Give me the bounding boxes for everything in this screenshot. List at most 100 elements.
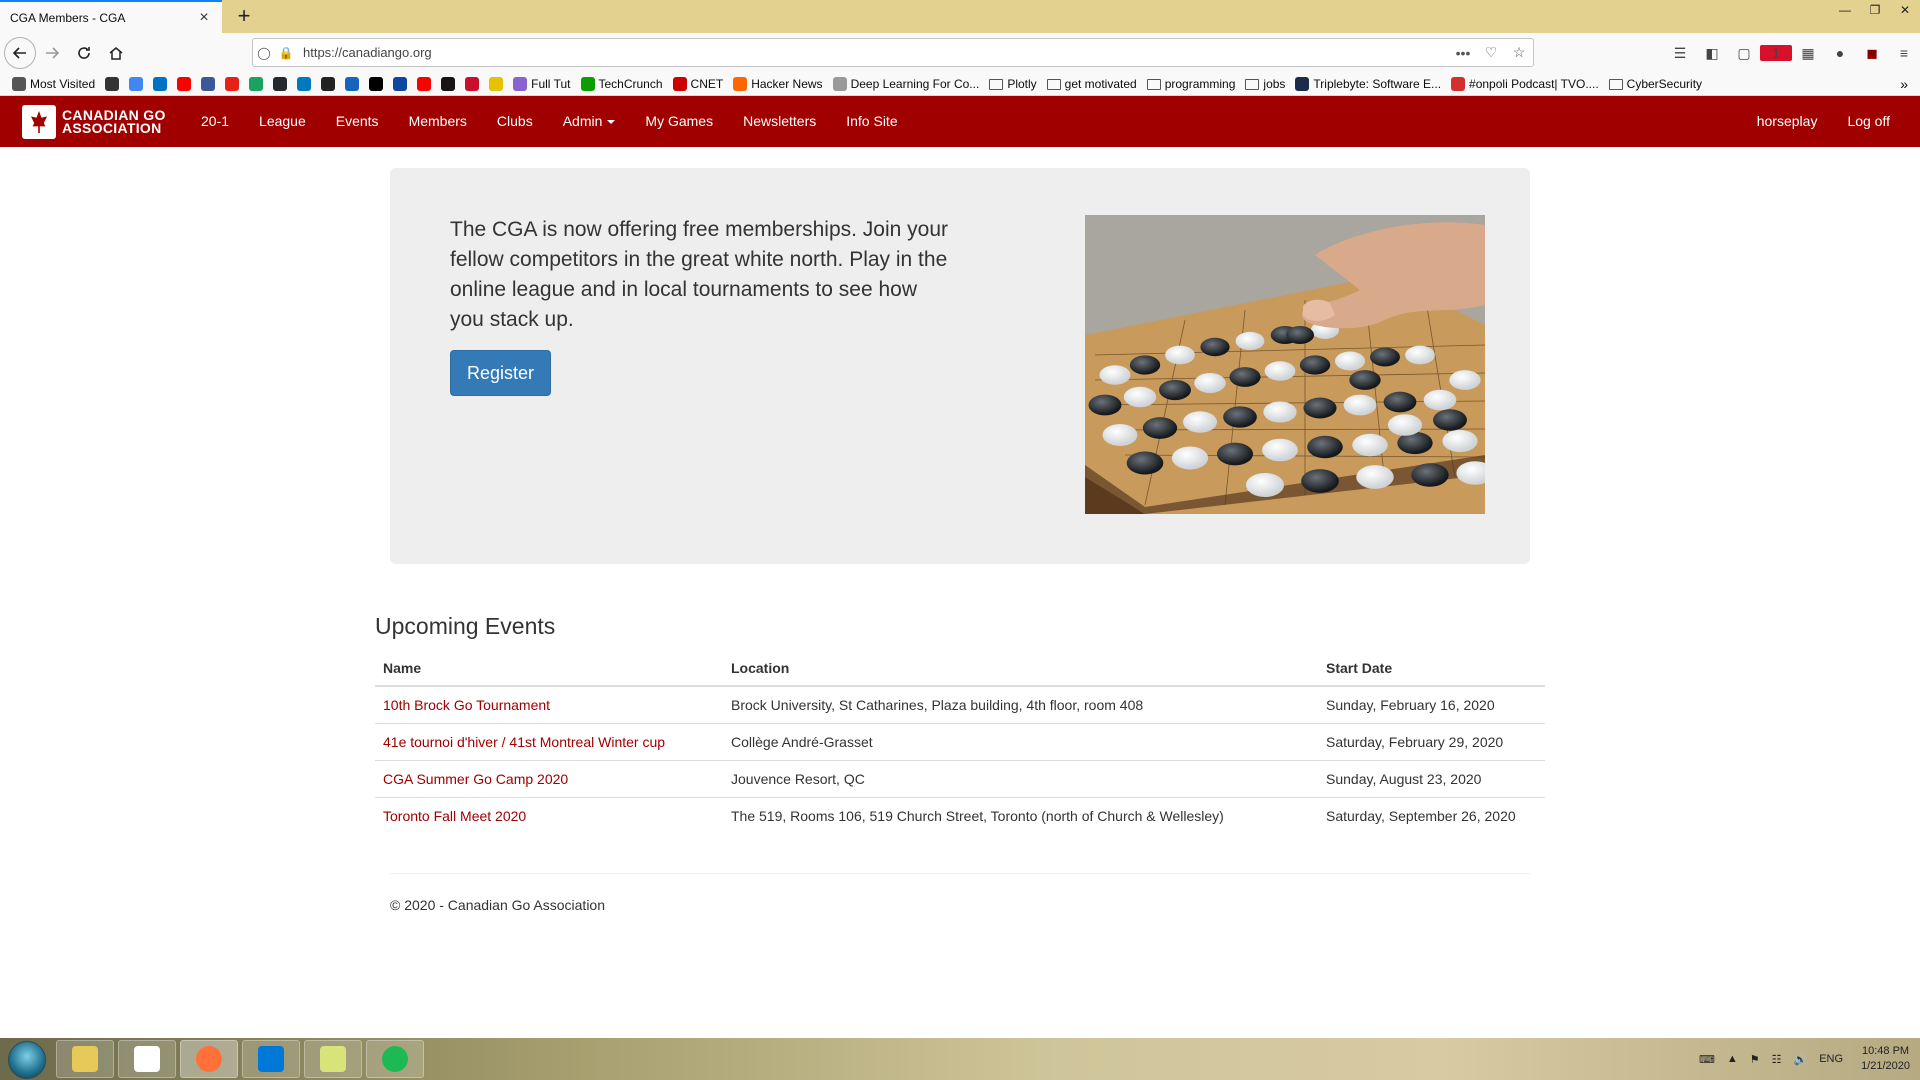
tab-close-icon[interactable]: ×: [196, 9, 212, 27]
bookmark-item[interactable]: Triplebyte: Software E...: [1295, 77, 1441, 91]
tray-expand-icon[interactable]: ▲: [1727, 1053, 1738, 1065]
bookmark-item[interactable]: Full Tut: [513, 77, 571, 91]
bookmark-item[interactable]: [369, 77, 387, 91]
bookmark-item[interactable]: [465, 77, 483, 91]
volume-icon[interactable]: 🔊: [1794, 1053, 1808, 1066]
lock-icon[interactable]: 🔒: [275, 46, 297, 60]
bookmark-item[interactable]: Most Visited: [12, 77, 95, 91]
bookmark-item[interactable]: CyberSecurity: [1608, 77, 1702, 91]
bookmark-item[interactable]: [321, 77, 339, 91]
bookmark-item[interactable]: [201, 77, 219, 91]
bookmark-item[interactable]: [441, 77, 459, 91]
url-bar[interactable]: ◯ 🔒 https://canadiango.org ••• ♡ ☆: [252, 38, 1534, 67]
bookmark-item[interactable]: Hacker News: [733, 77, 823, 91]
firefox-icon: [196, 1046, 222, 1072]
site-navbar: CANADIAN GO ASSOCIATION 20-1 League Even…: [0, 96, 1920, 147]
nav-my-games[interactable]: My Games: [630, 96, 728, 147]
language-indicator[interactable]: ENG: [1819, 1053, 1843, 1065]
taskbar-app-button[interactable]: [242, 1040, 300, 1078]
bookmark-item[interactable]: [297, 77, 315, 91]
nav-league[interactable]: League: [244, 96, 321, 147]
app-icon: [321, 77, 336, 91]
pocket-icon[interactable]: ♡: [1477, 44, 1505, 61]
ublock-icon[interactable]: ◼: [1856, 45, 1888, 62]
extension-icon[interactable]: ▢: [1728, 45, 1760, 62]
event-link[interactable]: Toronto Fall Meet 2020: [383, 808, 526, 824]
account-icon[interactable]: ●: [1824, 45, 1856, 61]
page-actions-icon[interactable]: •••: [1449, 45, 1477, 61]
register-button[interactable]: Register: [450, 350, 551, 396]
app-icon: [733, 77, 748, 91]
bookmark-item[interactable]: [489, 77, 507, 91]
event-link[interactable]: CGA Summer Go Camp 2020: [383, 771, 568, 787]
upcoming-events-heading: Upcoming Events: [375, 613, 556, 639]
cga-logo[interactable]: CANADIAN GO ASSOCIATION: [22, 105, 166, 139]
taskbar-app-button[interactable]: [180, 1040, 238, 1078]
bookmark-item[interactable]: CNET: [672, 77, 723, 91]
url-text[interactable]: https://canadiango.org: [303, 45, 1449, 60]
reload-icon: [78, 47, 90, 59]
forward-arrow-icon: [46, 47, 60, 59]
bookmark-item[interactable]: [177, 77, 195, 91]
forward-button[interactable]: [36, 37, 68, 69]
bookmark-item[interactable]: [225, 77, 243, 91]
clock[interactable]: 10:48 PM 1/21/2020: [1861, 1044, 1910, 1074]
bookmark-item[interactable]: programming: [1146, 77, 1235, 91]
event-link[interactable]: 41e tournoi d'hiver / 41st Montreal Wint…: [383, 734, 665, 750]
nav-logoff[interactable]: Log off: [1832, 96, 1905, 147]
bookmark-item[interactable]: #onpoli Podcast| TVO....: [1451, 77, 1599, 91]
extension-bars-icon[interactable]: ▦: [1792, 45, 1824, 62]
bookmark-item[interactable]: [153, 77, 171, 91]
action-center-flag-icon[interactable]: ⚑: [1750, 1053, 1760, 1066]
bookmark-item[interactable]: [393, 77, 411, 91]
bookmark-item[interactable]: [105, 77, 123, 91]
nav-events[interactable]: Events: [321, 96, 394, 147]
bookmark-item[interactable]: Deep Learning For Co...: [832, 77, 980, 91]
sidebar-icon[interactable]: ◧: [1696, 45, 1728, 62]
bookmark-item[interactable]: [273, 77, 291, 91]
home-button[interactable]: [100, 37, 132, 69]
menu-icon[interactable]: ≡: [1888, 45, 1920, 61]
shield-icon[interactable]: ◯: [253, 46, 275, 60]
bookmark-item[interactable]: TechCrunch: [580, 77, 663, 91]
nav-members[interactable]: Members: [394, 96, 482, 147]
event-link[interactable]: 10th Brock Go Tournament: [383, 697, 550, 713]
notification-extension-icon[interactable]: 1: [1760, 45, 1792, 61]
nav-admin-dropdown[interactable]: Admin: [548, 96, 631, 147]
taskbar-app-button[interactable]: [56, 1040, 114, 1078]
restore-icon[interactable]: ❐: [1860, 0, 1890, 20]
bookmark-item[interactable]: [249, 77, 267, 91]
network-icon[interactable]: ☷: [1772, 1053, 1782, 1066]
bookmarks-bar: Most Visited Full Tut TechCrunch CNET Hacker…: [0, 73, 1920, 96]
keyboard-icon[interactable]: ⌨: [1699, 1053, 1715, 1066]
taskbar-app-button[interactable]: [118, 1040, 176, 1078]
bookmark-item[interactable]: jobs: [1245, 77, 1285, 91]
bookmark-item[interactable]: get motivated: [1046, 77, 1137, 91]
bookmark-label: Deep Learning For Co...: [850, 77, 980, 91]
close-window-icon[interactable]: ✕: [1890, 0, 1920, 20]
library-icon[interactable]: ☰: [1664, 45, 1696, 62]
taskbar-app-button[interactable]: [366, 1040, 424, 1078]
black-stone: [1142, 417, 1178, 439]
taskbar-app-button[interactable]: [304, 1040, 362, 1078]
bookmark-item[interactable]: [417, 77, 435, 91]
bookmark-item[interactable]: Plotly: [989, 77, 1037, 91]
white-stone: [1264, 361, 1296, 381]
nav-info-site[interactable]: Info Site: [831, 96, 912, 147]
nav-username[interactable]: horseplay: [1742, 96, 1833, 147]
browser-tab-active[interactable]: CGA Members - CGA ×: [0, 0, 222, 33]
minimize-icon[interactable]: —: [1830, 0, 1860, 20]
bookmark-star-icon[interactable]: ☆: [1505, 44, 1533, 61]
bookmark-item[interactable]: [345, 77, 363, 91]
nav-newsletters[interactable]: Newsletters: [728, 96, 831, 147]
reload-button[interactable]: [68, 37, 100, 69]
nav-season[interactable]: 20-1: [186, 96, 244, 147]
bookmark-item[interactable]: [129, 77, 147, 91]
black-stone: [1299, 355, 1331, 375]
nav-clubs[interactable]: Clubs: [482, 96, 548, 147]
start-button[interactable]: [8, 1041, 46, 1079]
event-name-cell: Toronto Fall Meet 2020: [375, 796, 723, 834]
back-button[interactable]: [4, 37, 36, 69]
bookmarks-overflow-icon[interactable]: »: [1900, 76, 1908, 92]
new-tab-button[interactable]: +: [230, 2, 258, 30]
